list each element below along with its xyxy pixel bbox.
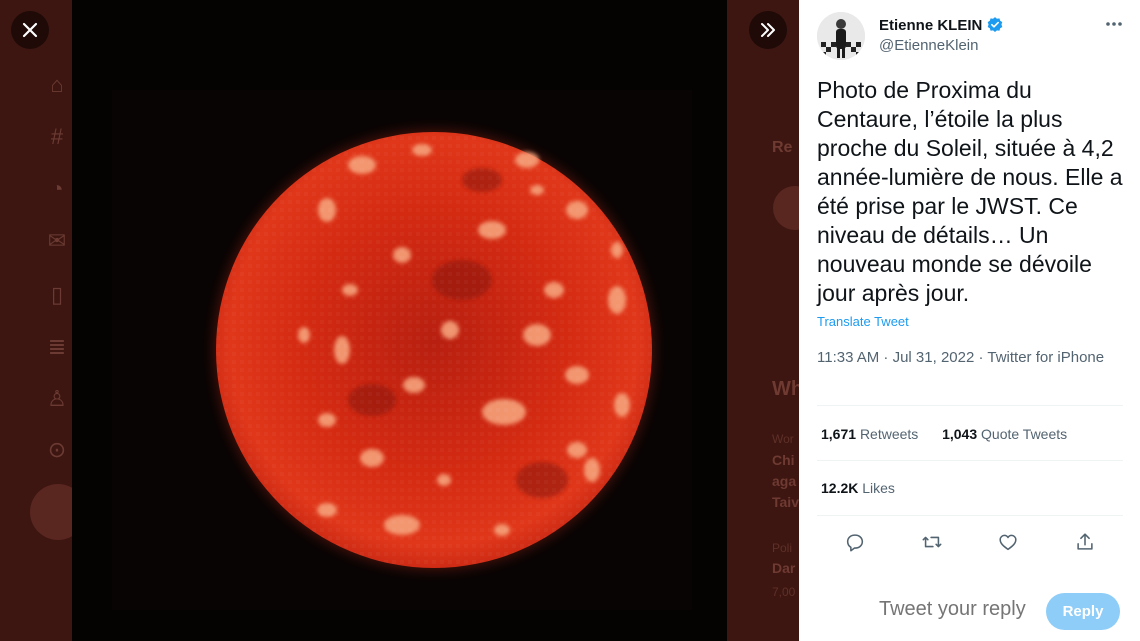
divider [817, 460, 1123, 461]
background-text: Taiv [772, 494, 799, 510]
background-right-column: Re Wh Wor Chi aga Taiv Poli Dar 7,00 [727, 0, 799, 641]
tweet-detail-panel: Etienne KLEIN @EtienneKlein Photo de Pro… [799, 0, 1140, 641]
like-action-button[interactable] [990, 524, 1026, 560]
list-icon: ≣ [47, 334, 67, 359]
background-text: 7,00 [772, 585, 796, 599]
avatar-image [817, 12, 865, 60]
reply-button[interactable]: Reply [1046, 593, 1120, 630]
heart-icon [999, 534, 1017, 551]
translate-tweet-link[interactable]: Translate Tweet [817, 314, 909, 329]
quote-tweets-stat[interactable]: 1,043 Quote Tweets [942, 426, 1067, 442]
avatar[interactable] [817, 12, 865, 60]
quotes-count: 1,043 [942, 426, 978, 442]
background-avatar [773, 186, 799, 230]
background-text: Chi [772, 452, 795, 468]
author-handle[interactable]: @EtienneKlein [879, 37, 978, 54]
home-icon: ⌂ [50, 72, 64, 97]
more-button[interactable] [1103, 14, 1125, 36]
profile-icon: ♙ [47, 386, 67, 411]
share-icon [1077, 533, 1093, 550]
more-horizontal-icon [1106, 22, 1122, 26]
close-icon [22, 22, 38, 38]
toggle-panel-button[interactable] [749, 11, 787, 49]
tweet-timestamp[interactable]: 11:33 AM · Jul 31, 2022 · Twitter for iP… [817, 347, 1117, 368]
likes-label: Likes [862, 480, 895, 496]
share-action-button[interactable] [1067, 524, 1103, 560]
bell-icon: ◔ [50, 176, 64, 201]
background-text: Poli [772, 541, 793, 555]
background-sidebar: ⌂ # ◔ ✉ ▯ ≣ ♙ ⊙ [0, 0, 86, 641]
star-image [72, 0, 727, 641]
reply-action-button[interactable] [837, 524, 873, 560]
background-heading: Wh [772, 378, 799, 400]
tweet-text: Photo de Proxima du Centaure, l’étoile l… [817, 77, 1123, 306]
background-text: aga [772, 473, 797, 489]
author-name-row[interactable]: Etienne KLEIN [879, 16, 1004, 34]
reply-composer: Reply [799, 580, 1140, 641]
likes-count: 12.2K [821, 480, 859, 496]
retweet-action-button[interactable] [914, 524, 950, 560]
quotes-label: Quote Tweets [981, 426, 1068, 442]
reply-icon [847, 534, 864, 552]
background-text: Wor [772, 432, 794, 446]
divider [817, 405, 1123, 406]
double-chevron-right-icon [761, 23, 775, 37]
background-text: Dar [772, 560, 796, 576]
close-button[interactable] [11, 11, 49, 49]
bookmark-icon: ▯ [50, 282, 64, 307]
tweet-photo [72, 0, 727, 641]
hashtag-icon: # [50, 124, 64, 149]
background-heading: Re [772, 139, 793, 156]
more-circle-icon: ⊙ [47, 437, 67, 462]
retweet-icon [922, 536, 942, 548]
stats-row: 1,671 Retweets 1,043 Quote Tweets [821, 426, 1067, 442]
tweet-actions [817, 522, 1123, 562]
retweets-label: Retweets [859, 426, 919, 442]
retweets-stat[interactable]: 1,671 Retweets [821, 426, 918, 442]
retweets-count: 1,671 [821, 426, 857, 442]
verified-badge-icon [988, 17, 1003, 32]
mail-icon: ✉ [47, 228, 67, 253]
likes-row: 12.2K Likes [821, 480, 895, 496]
divider [817, 515, 1123, 516]
author-name[interactable]: Etienne KLEIN [879, 17, 982, 34]
likes-stat[interactable]: 12.2K Likes [821, 480, 895, 496]
